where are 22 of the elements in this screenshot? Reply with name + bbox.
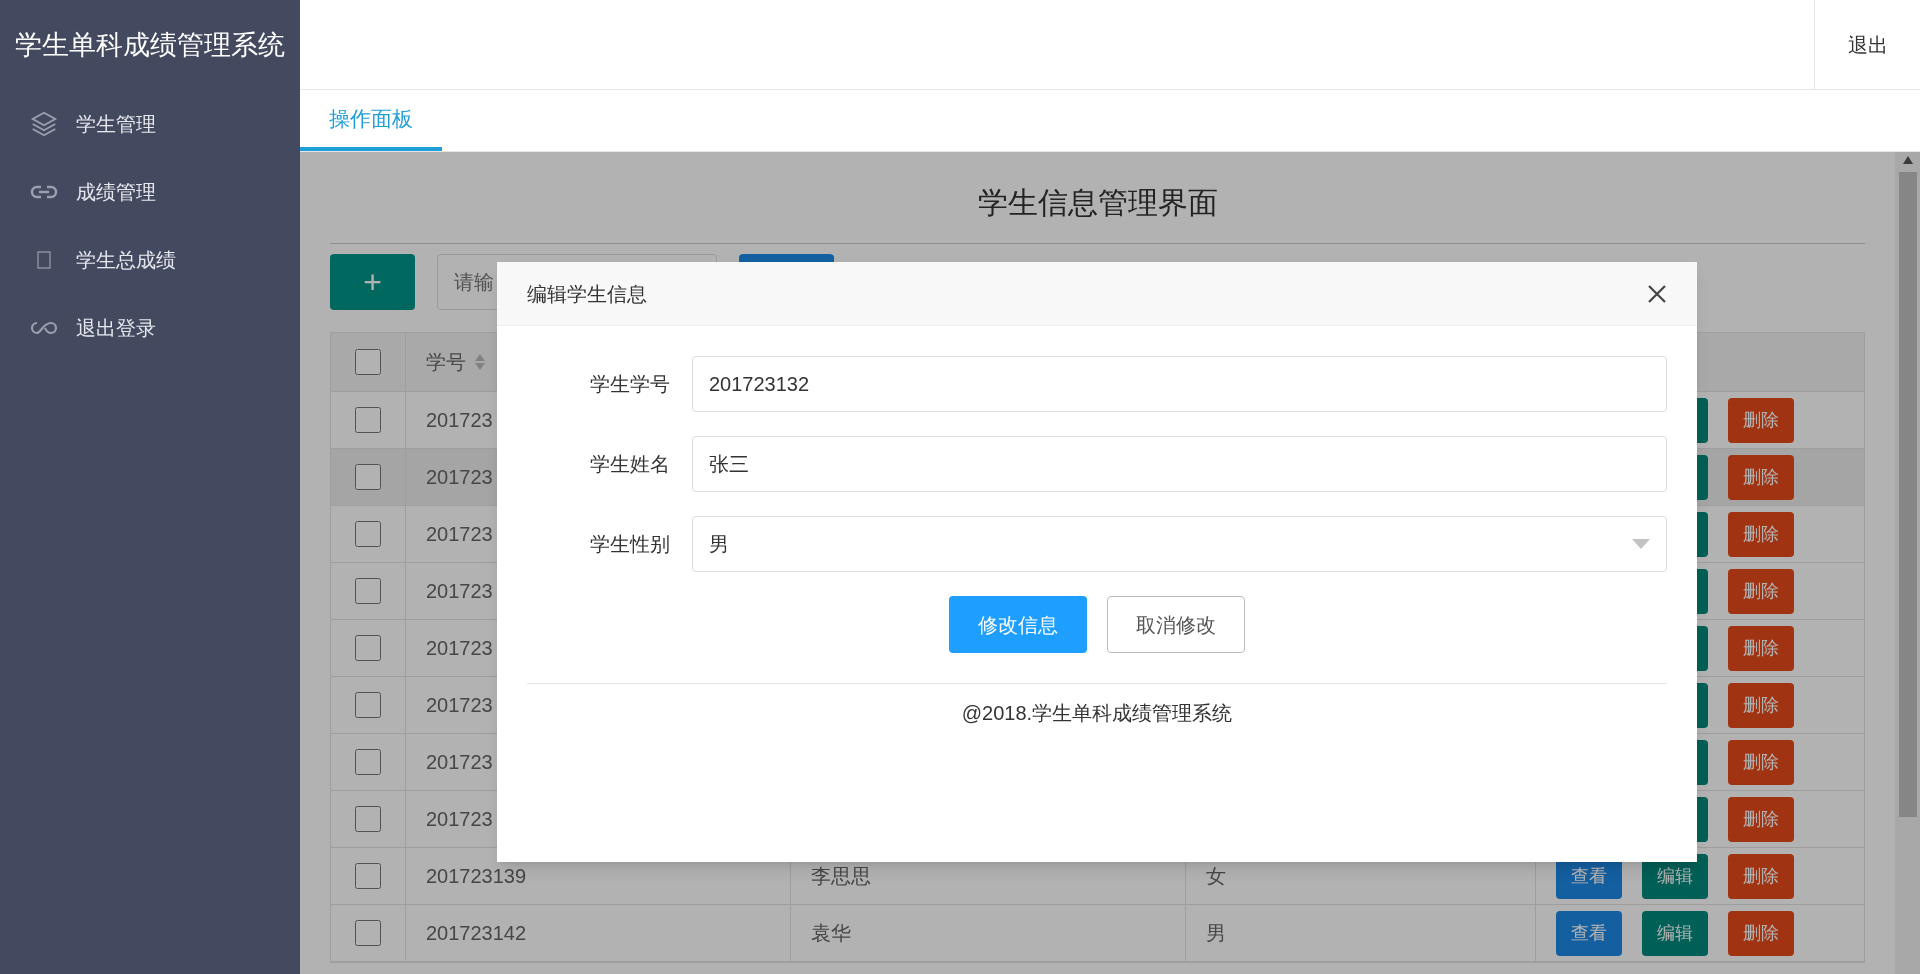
table-cell-text: 袁华 — [811, 921, 851, 946]
dialog-footer: @2018.学生单科成绩管理系统 — [961, 702, 1233, 724]
table-cell-text: 201723 — [426, 807, 493, 832]
panel-title: 学生信息管理界面 — [330, 180, 1865, 244]
app-title: 学生单科成绩管理系统 — [15, 28, 285, 62]
column-header: 学号 — [426, 350, 466, 375]
table-cell-text: 201723 — [426, 522, 493, 547]
field-label: 学生性别 — [589, 532, 671, 557]
dialog-title: 编辑学生信息 — [527, 281, 647, 307]
table-cell-text: 201723 — [426, 750, 493, 775]
table-cell-text: 201723 — [426, 693, 493, 718]
table-cell-text: 女 — [1206, 864, 1226, 889]
field-label: 学生姓名 — [589, 452, 671, 477]
table-cell-text: 201723 — [426, 636, 493, 661]
table-cell-text: 201723 — [426, 579, 493, 604]
table-cell-text: 201723139 — [426, 864, 527, 889]
table-cell-text: 201723 — [426, 465, 493, 490]
table-cell-text: 201723142 — [426, 921, 527, 946]
field-label: 学生学号 — [589, 372, 671, 397]
table-cell-text: 李思思 — [811, 864, 871, 889]
table-cell-text: 男 — [1206, 921, 1226, 946]
table-cell-text: 201723 — [426, 408, 493, 433]
